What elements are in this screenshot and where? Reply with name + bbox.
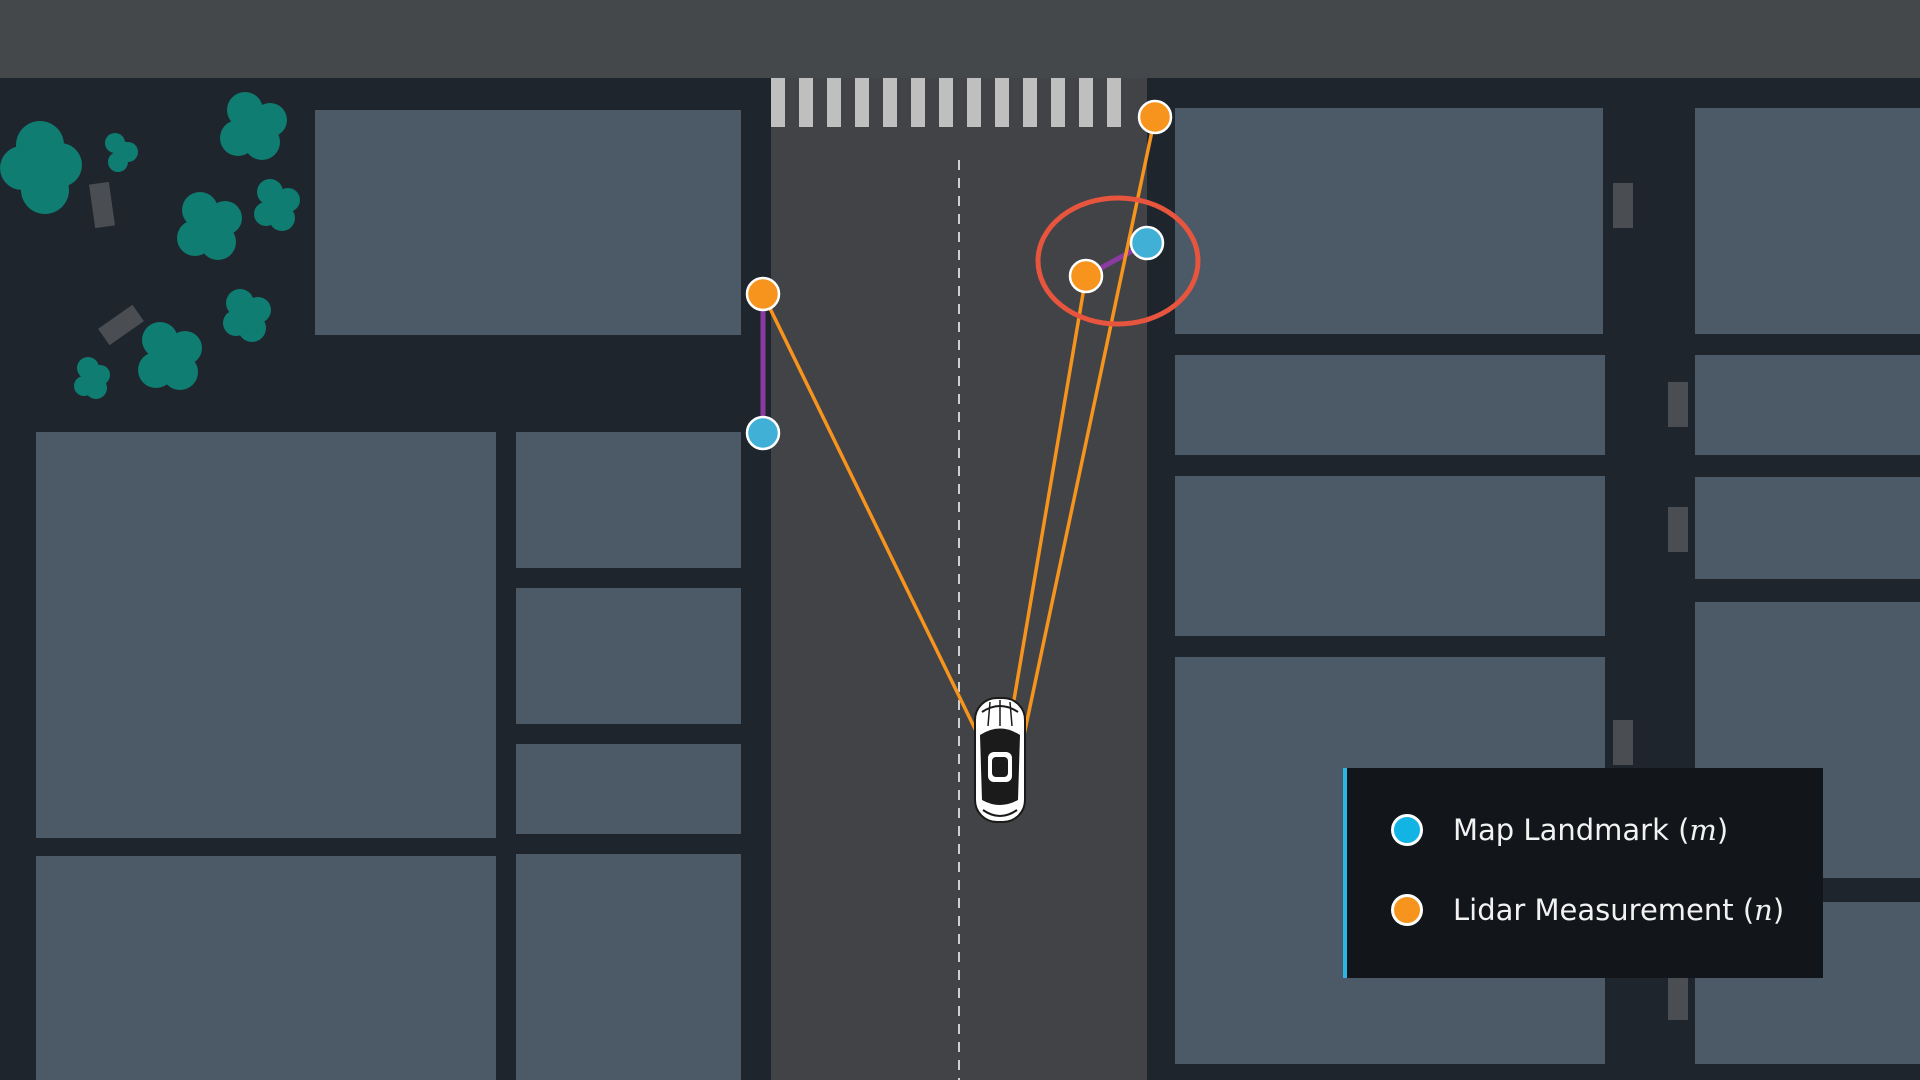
building: [1175, 108, 1603, 334]
building: [516, 854, 741, 1080]
map-landmark: [745, 415, 781, 451]
legend: Map Landmark (m) Lidar Measurement (n): [1343, 768, 1823, 978]
building: [516, 432, 741, 568]
building: [516, 744, 741, 834]
vehicle: [974, 697, 1026, 823]
map-landmark: [1129, 225, 1165, 261]
building: [1695, 108, 1920, 334]
legend-label: Map Landmark (m): [1453, 813, 1729, 847]
building: [516, 588, 741, 724]
building: [36, 856, 496, 1080]
lidar-measurement: [1068, 258, 1104, 294]
legend-item-map-landmark: Map Landmark (m): [1391, 813, 1728, 847]
legend-item-lidar-measurement: Lidar Measurement (n): [1391, 893, 1784, 927]
building: [1695, 355, 1920, 455]
top-road-band: [0, 0, 1920, 78]
building: [1175, 355, 1605, 455]
building: [1695, 477, 1920, 579]
map-landmark-marker-icon: [1391, 814, 1423, 846]
lidar-measurement-marker-icon: [1391, 894, 1423, 926]
legend-label: Lidar Measurement (n): [1453, 893, 1785, 927]
lidar-measurement: [1137, 99, 1173, 135]
lidar-measurement: [745, 276, 781, 312]
building: [315, 110, 741, 335]
building: [1175, 476, 1605, 636]
building: [36, 432, 496, 838]
